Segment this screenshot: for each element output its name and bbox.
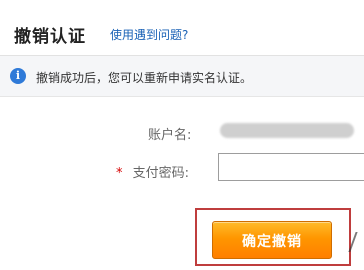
notice-text: 撤销成功后，您可以重新申请实名认证。 [36,71,253,85]
help-link[interactable]: 使用遇到问题? [110,26,188,43]
confirm-revoke-button[interactable]: 确定撤销 [212,221,332,259]
payment-password-input[interactable] [218,153,364,181]
page-title: 撤销认证 [14,27,86,47]
required-mark: * [116,166,123,181]
account-label: 账户名: [148,128,192,143]
info-icon: i [10,68,26,84]
password-label: 支付密码: [132,166,190,181]
page-header: 撤销认证 使用遇到问题? [0,0,364,56]
password-label-group: * 支付密码: [116,162,189,181]
notice-bar: i 撤销成功后，您可以重新申请实名认证。 [0,56,364,97]
account-value-redacted [220,123,354,138]
